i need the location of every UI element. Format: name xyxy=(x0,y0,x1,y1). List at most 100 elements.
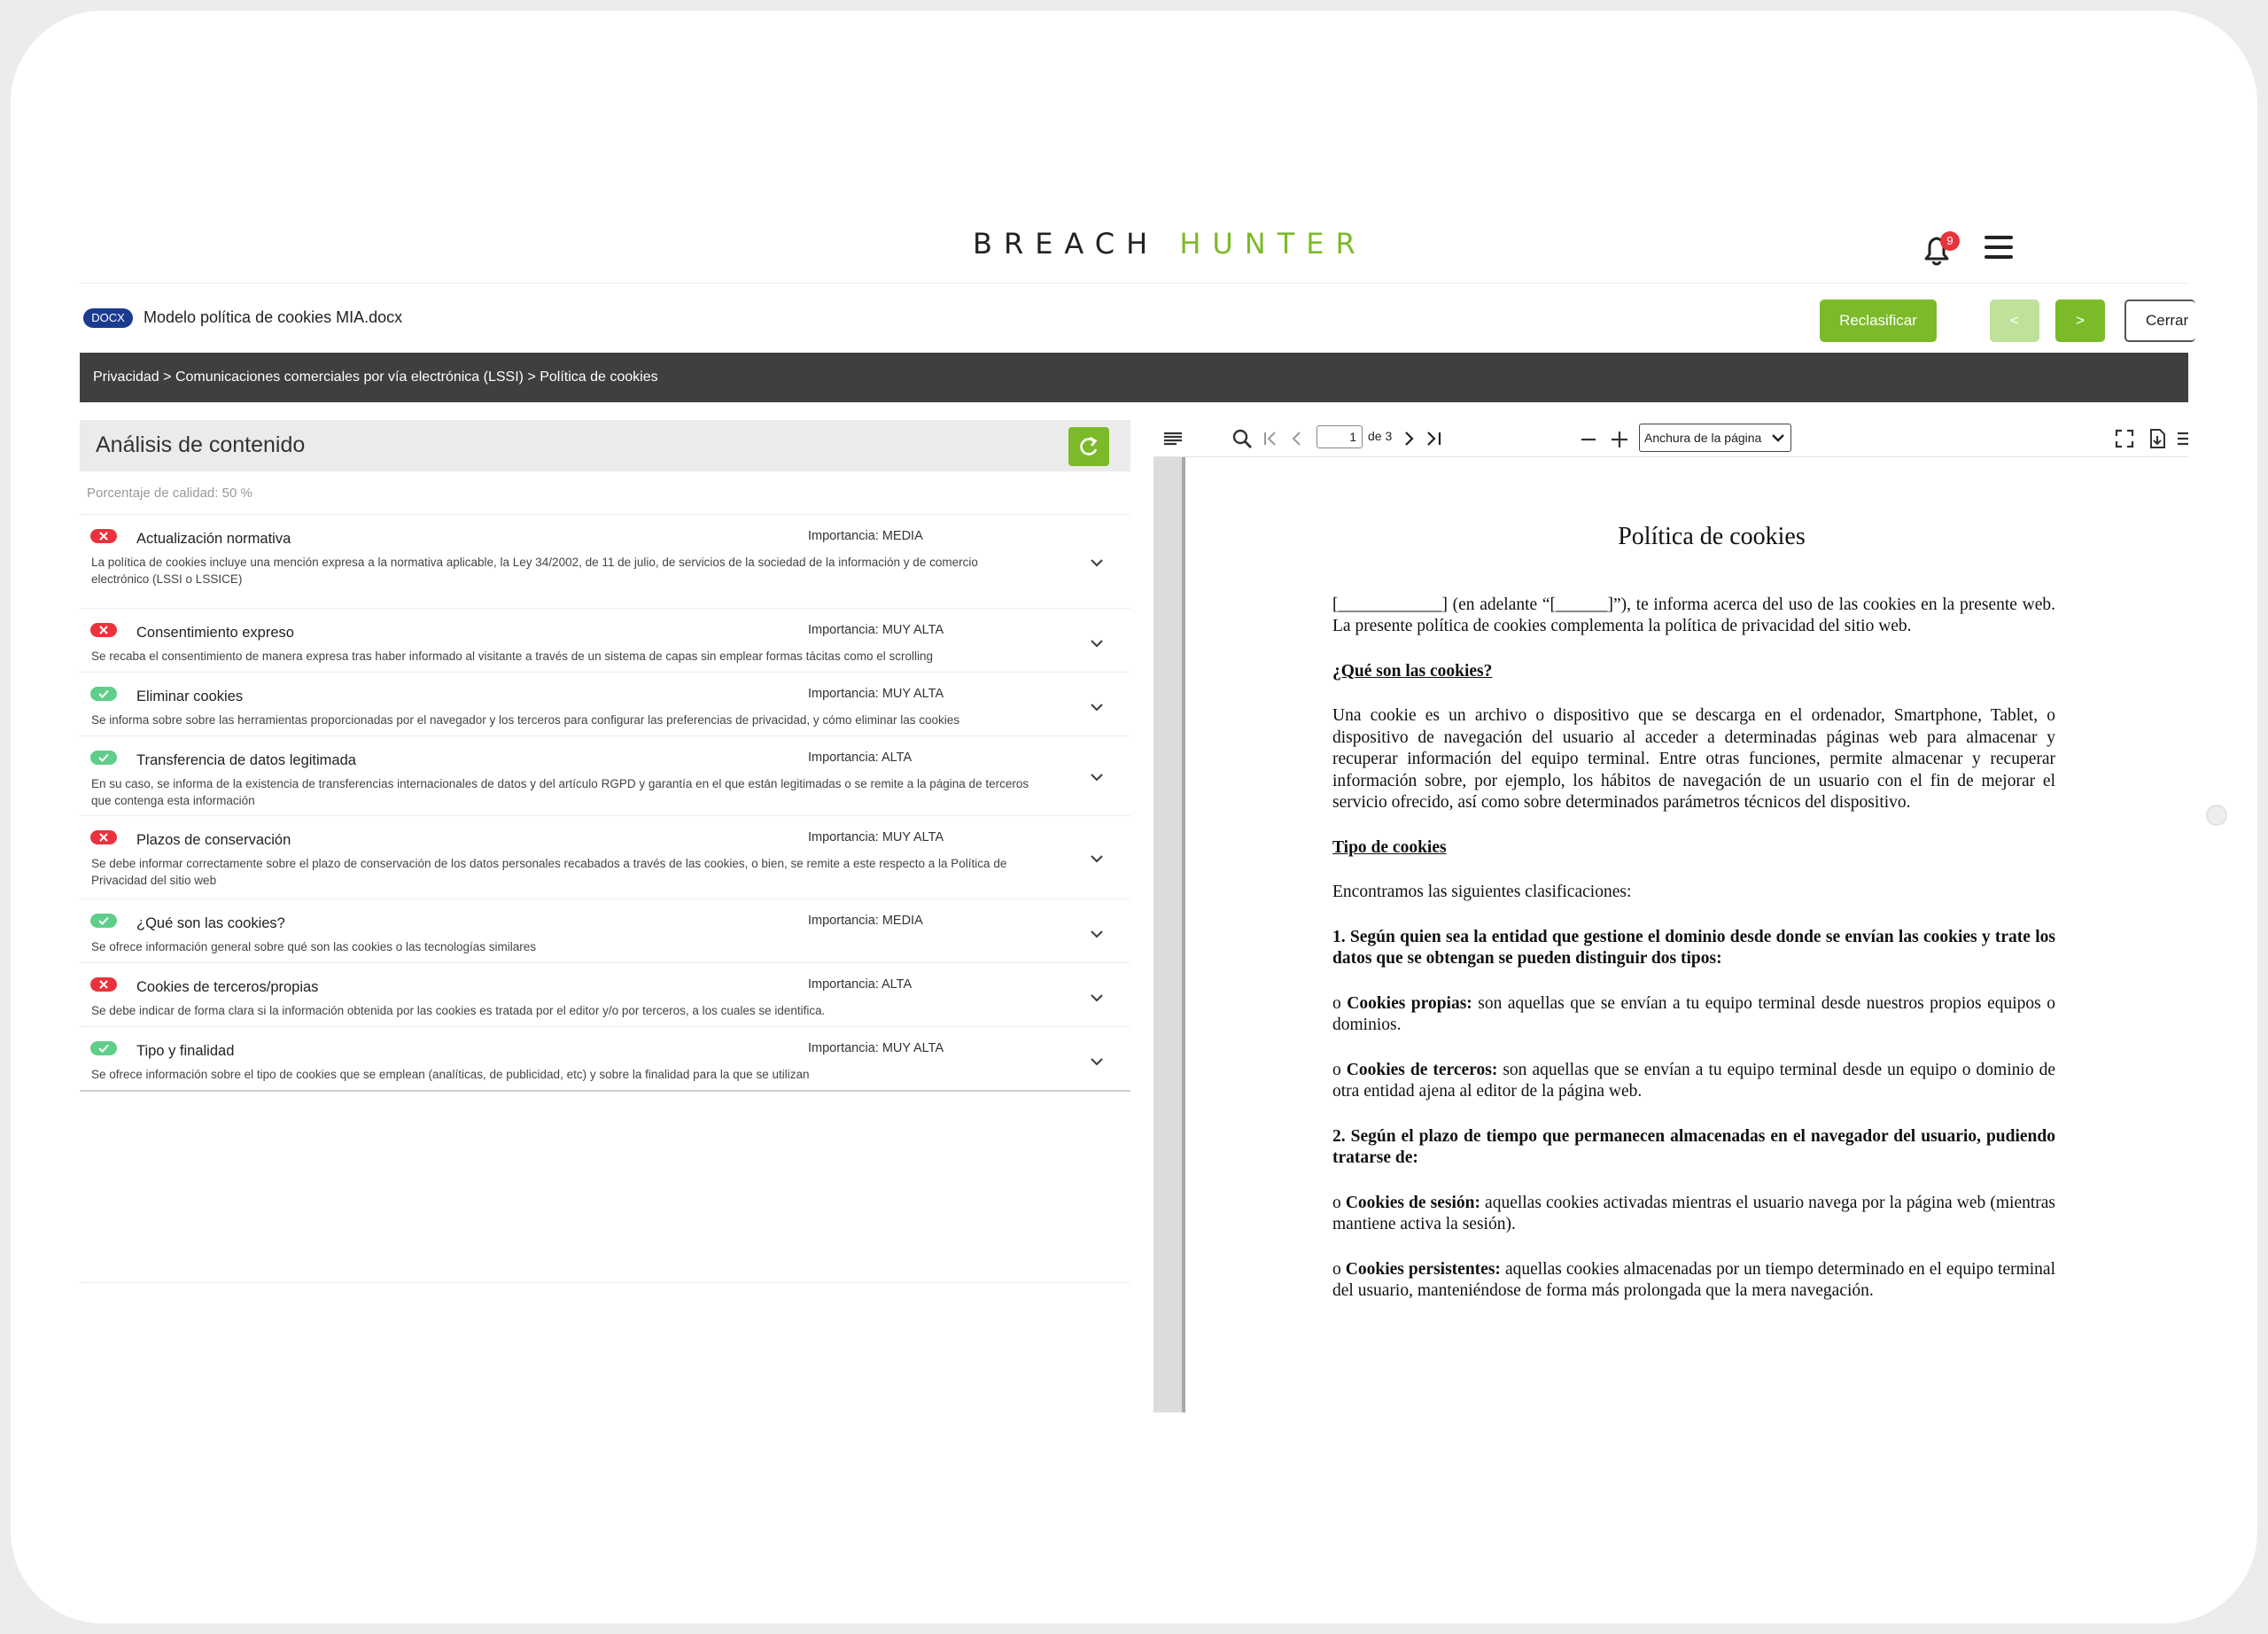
viewer-toolbar: 1 de 3 Anchura de la página xyxy=(1153,420,2188,457)
criterion-importance: Importancia: MEDIA xyxy=(808,529,923,543)
criterion-row[interactable]: Tipo y finalidad Importancia: MUY ALTA Se … xyxy=(80,1026,1130,1090)
criterion-row[interactable]: ¿Qué son las cookies? Importancia: MEDIA S… xyxy=(80,899,1130,962)
bullet: o xyxy=(1332,1060,1347,1079)
criterion-name: Tipo y finalidad xyxy=(136,1043,235,1059)
criterion-name: Transferencia de datos legitimada xyxy=(136,752,356,768)
check-status-icon xyxy=(90,1041,117,1055)
criterion-row[interactable]: Actualización normativa Importancia: MEDI… xyxy=(80,514,1130,608)
chevron-down-icon[interactable] xyxy=(1088,701,1106,713)
criterion-name: Plazos de conservación xyxy=(136,832,291,848)
error-status-icon xyxy=(90,529,117,543)
doc-paragraph-types: Encontramos las siguientes clasificacion… xyxy=(1332,883,1632,901)
brand-logo: BREACH HUNTER xyxy=(973,227,1367,261)
analysis-panel: Análisis de contenido Porcentaje de cali… xyxy=(80,420,1130,1283)
doc-heading-types: Tipo de cookies xyxy=(1332,837,1447,857)
criterion-description: Se debe informar correctamente sobre el … xyxy=(91,857,1007,887)
criterion-name: Cookies de terceros/propias xyxy=(136,979,319,995)
chevron-down-icon[interactable] xyxy=(1088,556,1106,569)
analysis-title: Análisis de contenido xyxy=(96,432,306,457)
more-tools-icon[interactable] xyxy=(2176,428,2188,449)
file-name: Modelo política de cookies MIA.docx xyxy=(144,308,403,326)
viewer-sidebar xyxy=(1153,457,1185,1412)
doc-session-cookies: o Cookies de sesión: aquellas cookies ac… xyxy=(1332,1193,2055,1236)
criterion-importance: Importancia: ALTA xyxy=(808,977,913,992)
close-button[interactable]: Cerrar xyxy=(2124,300,2195,342)
criterion-name: ¿Qué son las cookies? xyxy=(136,915,285,931)
criterion-description: En su caso, se informa de la existencia … xyxy=(91,777,1029,807)
sidebar-toggle-icon[interactable] xyxy=(1162,428,1184,449)
criterion-row[interactable]: Plazos de conservación Importancia: MUY A… xyxy=(80,815,1130,899)
criterion-importance: Importancia: MUY ALTA xyxy=(808,623,944,637)
bullet: o xyxy=(1332,1193,1346,1212)
file-type-badge: DOCX xyxy=(83,308,133,328)
chevron-down-icon[interactable] xyxy=(1088,928,1106,940)
search-icon[interactable] xyxy=(1231,428,1253,449)
file-bar: DOCX Modelo política de cookies MIA.docx… xyxy=(80,292,2195,354)
chevron-down-icon[interactable] xyxy=(1088,771,1106,783)
criterion-description: Se ofrece información general sobre qué … xyxy=(91,940,537,953)
next-button[interactable]: > xyxy=(2055,300,2105,342)
error-status-icon xyxy=(90,830,117,844)
logo-word-hunter: HUNTER xyxy=(1179,227,1367,261)
zoom-in-icon[interactable] xyxy=(1609,428,1630,449)
criterion-name: Actualización normativa xyxy=(136,531,291,547)
criterion-name: Consentimiento expreso xyxy=(136,625,294,641)
check-status-icon xyxy=(90,914,117,928)
third-cookies-label: Cookies de terceros: xyxy=(1346,1060,1498,1079)
criterion-description: Se informa sobre sobre las herramientas … xyxy=(91,713,959,727)
previous-page-icon[interactable] xyxy=(1288,428,1306,449)
doc-persistent-cookies: o Cookies persistentes: aquellas cookies… xyxy=(1332,1259,2055,1303)
criterion-importance: Importancia: MUY ALTA xyxy=(808,830,944,844)
criterion-importance: Importancia: ALTA xyxy=(808,751,913,765)
next-page-icon[interactable] xyxy=(1400,428,1418,449)
criterion-description: Se debe indicar de forma clara si la inf… xyxy=(91,1004,826,1017)
document-page: Política de cookies [____________] (en a… xyxy=(1332,523,2055,1326)
reclassify-button[interactable]: Reclasificar xyxy=(1820,300,1937,342)
zoom-out-icon[interactable] xyxy=(1579,428,1598,449)
last-page-icon[interactable] xyxy=(1425,428,1444,449)
criterion-row[interactable]: Transferencia de datos legitimada Importa… xyxy=(80,735,1130,815)
bullet: o xyxy=(1332,993,1348,1013)
page-number-input[interactable]: 1 xyxy=(1317,425,1363,448)
analysis-header: Análisis de contenido xyxy=(80,420,1130,471)
download-icon[interactable] xyxy=(2148,428,2167,449)
doc-own-cookies: o Cookies propias: son aquellas que se e… xyxy=(1332,993,2055,1037)
session-cookies-label: Cookies de sesión: xyxy=(1345,1193,1480,1212)
check-status-icon xyxy=(90,751,117,765)
previous-button[interactable]: < xyxy=(1990,300,2039,342)
doc-third-cookies: o Cookies de terceros: son aquellas que … xyxy=(1332,1060,2055,1103)
zoom-select[interactable]: Anchura de la página xyxy=(1639,424,1791,452)
hamburger-menu-icon[interactable] xyxy=(1984,236,2013,259)
fullscreen-icon[interactable] xyxy=(2114,428,2135,449)
bullet: o xyxy=(1332,1259,1346,1279)
criterion-name: Eliminar cookies xyxy=(136,689,244,704)
chevron-down-icon[interactable] xyxy=(1088,852,1106,865)
criterion-row[interactable]: Eliminar cookies Importancia: MUY ALTA Se … xyxy=(80,672,1130,735)
refresh-button[interactable] xyxy=(1068,427,1109,466)
criterion-description: Se ofrece información sobre el tipo de c… xyxy=(91,1068,810,1081)
persistent-cookies-label: Cookies persistentes: xyxy=(1345,1259,1501,1279)
chevron-down-icon[interactable] xyxy=(1088,1055,1106,1068)
refresh-icon xyxy=(1080,436,1098,455)
criterion-description: Se recaba el consentimiento de manera ex… xyxy=(91,650,933,663)
scroll-indicator[interactable] xyxy=(2206,805,2227,826)
logo-word-breach: BREACH xyxy=(973,227,1160,261)
own-cookies-label: Cookies propias: xyxy=(1347,993,1472,1013)
doc-paragraph-what: Una cookie es un archivo o dispositivo q… xyxy=(1332,706,2055,812)
doc-heading-what: ¿Qué son las cookies? xyxy=(1332,661,1493,681)
criterion-importance: Importancia: MEDIA xyxy=(808,914,923,928)
criteria-list: Actualización normativa Importancia: MEDI… xyxy=(80,514,1130,1092)
doc-heading-1: 1. Según quien sea la entidad que gestio… xyxy=(1332,927,2055,969)
chevron-down-icon[interactable] xyxy=(1088,992,1106,1004)
chevron-down-icon[interactable] xyxy=(1088,637,1106,650)
criterion-row[interactable]: Cookies de terceros/propias Importancia: … xyxy=(80,962,1130,1026)
first-page-icon[interactable] xyxy=(1262,428,1279,449)
criterion-row[interactable]: Consentimiento expreso Importancia: MUY A… xyxy=(80,608,1130,672)
doc-title: Política de cookies xyxy=(1618,523,1806,550)
criterion-description: La política de cookies incluye una menci… xyxy=(91,556,978,586)
criterion-importance: Importancia: MUY ALTA xyxy=(808,687,944,701)
quality-percentage: Porcentaje de calidad: 50 % xyxy=(87,486,252,501)
criterion-importance: Importancia: MUY ALTA xyxy=(808,1041,944,1055)
check-status-icon xyxy=(90,687,117,701)
breadcrumb: Privacidad > Comunicaciones comerciales … xyxy=(80,353,2188,402)
